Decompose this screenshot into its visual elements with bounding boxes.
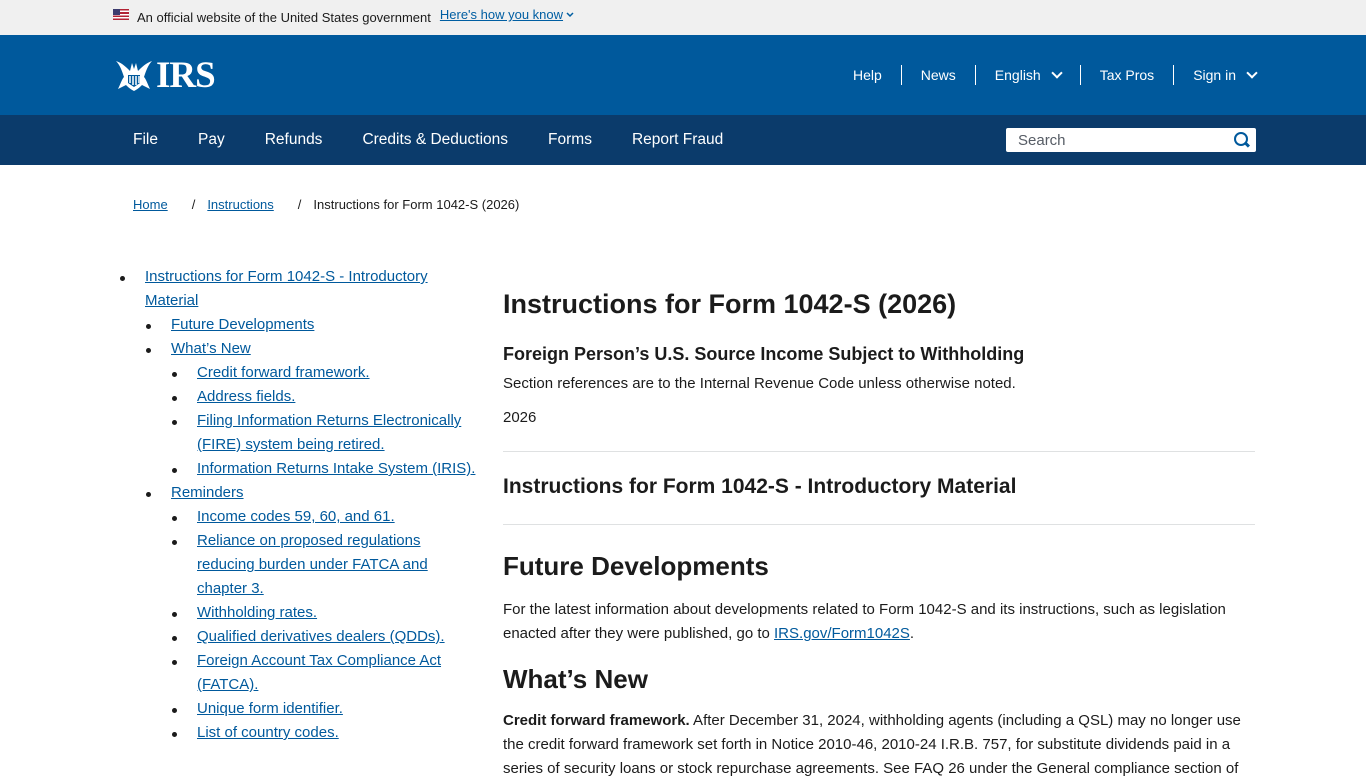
toc-item: Reliance on proposed regulations reducin…	[170, 529, 478, 601]
sign-in-button[interactable]: Sign in	[1173, 65, 1258, 85]
future-end: .	[909, 625, 915, 642]
utility-nav: Help News English Tax Pros Sign in	[834, 65, 1258, 85]
divider	[503, 524, 1255, 525]
toc-item: Qualified derivatives dealers (QDDs).	[170, 625, 478, 649]
toc-item: Information Returns Intake System (IRIS)…	[170, 457, 478, 481]
toc-link-unique-form-identifier[interactable]: Unique form identifier.	[197, 700, 343, 717]
tax-pros-link[interactable]: Tax Pros	[1079, 65, 1173, 85]
main-content: Instructions for Form 1042-S (2026) Fore…	[503, 284, 1255, 781]
credit-forward-lead: Credit forward framework.	[503, 712, 690, 729]
gov-banner: An official website of the United States…	[0, 0, 1366, 35]
toc-link-withholding-rates[interactable]: Withholding rates.	[197, 604, 317, 621]
breadcrumb-current: Instructions for Form 1042-S (2026)	[313, 197, 520, 212]
table-of-contents: Instructions for Form 1042-S - Introduct…	[118, 265, 478, 745]
chevron-down-icon	[1246, 66, 1258, 79]
introductory-material-heading: Instructions for Form 1042-S - Introduct…	[503, 475, 1017, 498]
chevron-down-icon	[1051, 66, 1063, 79]
toc-link-whats-new[interactable]: What’s New	[171, 340, 251, 357]
language-label: English	[994, 67, 1041, 83]
toc-link-country-codes[interactable]: List of country codes.	[197, 724, 339, 741]
future-developments-text: For the latest information about develop…	[503, 598, 1255, 646]
toc-link-introductory-material[interactable]: Instructions for Form 1042-S - Introduct…	[145, 268, 428, 309]
site-header: IRS Help News English Tax Pros Sign in	[0, 35, 1366, 115]
toc-item: Address fields.	[170, 385, 478, 409]
search-input[interactable]	[1018, 131, 1218, 149]
search-icon[interactable]	[1234, 132, 1250, 148]
toc-link-reliance-regulations[interactable]: Reliance on proposed regulations reducin…	[197, 532, 428, 597]
nav-report-fraud[interactable]: Report Fraud	[612, 131, 743, 149]
toc-link-income-codes[interactable]: Income codes 59, 60, and 61.	[197, 508, 395, 525]
irs-form1042s-link[interactable]: IRS.gov/Form1042S	[774, 625, 910, 642]
language-selector[interactable]: English	[974, 65, 1080, 85]
gov-banner-text: An official website of the United States…	[137, 10, 431, 25]
logo-text: IRS	[156, 54, 216, 96]
toc-item: Foreign Account Tax Compliance Act (FATC…	[170, 649, 478, 697]
toc-link-address-fields[interactable]: Address fields.	[197, 388, 295, 405]
breadcrumb-home[interactable]: Home	[133, 197, 168, 212]
toc-item: Credit forward framework.	[170, 361, 478, 385]
toc-link-iris[interactable]: Information Returns Intake System (IRIS)…	[197, 460, 475, 477]
toc-link-fire-system[interactable]: Filing Information Returns Electronicall…	[197, 412, 461, 453]
us-flag-icon	[113, 9, 129, 20]
credit-forward-paragraph: Credit forward framework. After December…	[503, 709, 1255, 781]
toc-link-reminders[interactable]: Reminders	[171, 484, 244, 501]
search-box	[1006, 128, 1256, 152]
help-link[interactable]: Help	[834, 65, 901, 85]
toc-item: Unique form identifier.	[170, 697, 478, 721]
toc-item: Reminders Income codes 59, 60, and 61. R…	[144, 481, 478, 745]
toc-link-credit-forward[interactable]: Credit forward framework.	[197, 364, 370, 381]
breadcrumb-separator: /	[297, 197, 302, 212]
nav-refunds[interactable]: Refunds	[245, 131, 343, 149]
news-link[interactable]: News	[900, 65, 975, 85]
nav-file[interactable]: File	[113, 131, 178, 149]
toc-link-qdds[interactable]: Qualified derivatives dealers (QDDs).	[197, 628, 445, 645]
future-developments-heading: Future Developments	[503, 551, 769, 581]
toc-item: Future Developments	[144, 313, 478, 337]
toc-item: Filing Information Returns Electronicall…	[170, 409, 478, 457]
toc-item: List of country codes.	[170, 721, 478, 745]
nav-items: File Pay Refunds Credits & Deductions Fo…	[113, 131, 743, 149]
whats-new-heading: What’s New	[503, 664, 648, 694]
page-title: Instructions for Form 1042-S (2026)	[503, 289, 957, 319]
nav-forms[interactable]: Forms	[528, 131, 612, 149]
toc-item: Withholding rates.	[170, 601, 478, 625]
toc-link-future-developments[interactable]: Future Developments	[171, 316, 314, 333]
eagle-icon	[116, 61, 152, 91]
chevron-down-icon	[566, 11, 574, 17]
breadcrumb-separator: /	[191, 197, 196, 212]
toc-link-fatca[interactable]: Foreign Account Tax Compliance Act (FATC…	[197, 652, 441, 693]
heres-how-you-know-link[interactable]: Here's how you know	[440, 7, 574, 22]
sign-in-label: Sign in	[1193, 67, 1236, 83]
tax-pros-label: Tax Pros	[1099, 67, 1155, 83]
irs-logo[interactable]: IRS	[114, 54, 216, 96]
toc-item: Income codes 59, 60, and 61.	[170, 505, 478, 529]
breadcrumb-instructions[interactable]: Instructions	[207, 197, 273, 212]
nav-credits-deductions[interactable]: Credits & Deductions	[342, 131, 528, 149]
form-subtitle: Foreign Person’s U.S. Source Income Subj…	[503, 344, 1025, 364]
toc-item: Instructions for Form 1042-S - Introduct…	[118, 265, 478, 745]
revision-year: 2026	[503, 409, 537, 426]
news-label: News	[920, 67, 956, 83]
toc-item: What’s New Credit forward framework. Add…	[144, 337, 478, 481]
heres-how-you-know-label: Here's how you know	[439, 7, 564, 22]
section-references-text: Section references are to the Internal R…	[503, 375, 1016, 392]
help-label: Help	[852, 67, 882, 83]
breadcrumb: Home / Instructions / Instructions for F…	[133, 197, 519, 212]
nav-pay[interactable]: Pay	[178, 131, 245, 149]
primary-nav: File Pay Refunds Credits & Deductions Fo…	[0, 115, 1366, 165]
